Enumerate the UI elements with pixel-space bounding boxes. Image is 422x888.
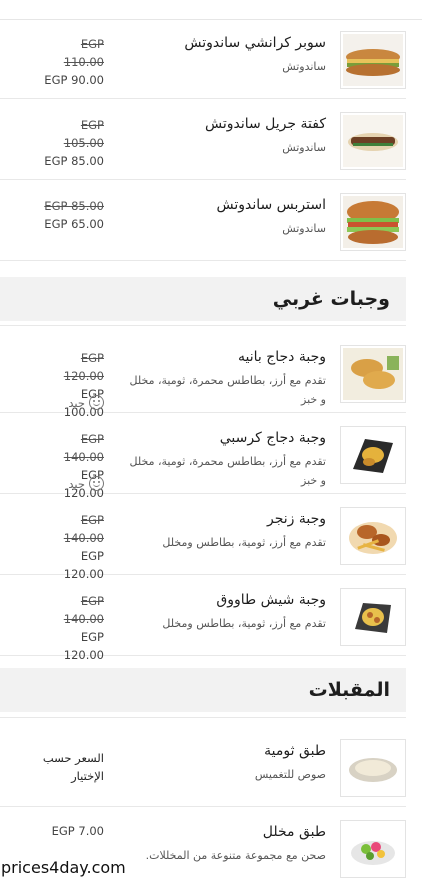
pickles-plate-image: [340, 820, 406, 878]
price-block: EGP 105.00 EGP 85.00: [40, 116, 104, 170]
price-block: EGP 140.00 EGP 120.00: [40, 430, 104, 502]
price-block: EGP 110.00 EGP 90.00: [40, 35, 104, 89]
current-price: EGP 120.00: [63, 630, 104, 662]
smiley-icon: [89, 395, 104, 410]
item-name: وجبة زنجر: [266, 511, 326, 527]
item-name: سوبر كرانشي ساندوتش: [184, 35, 326, 51]
garlic-dip-image: [340, 739, 406, 797]
old-price: EGP 140.00: [63, 513, 104, 545]
variable-price-note: السعر حسب الإختيار: [42, 751, 104, 783]
shish-meal-image: [340, 588, 406, 646]
section-divider: [0, 325, 406, 326]
current-price: EGP 85.00: [44, 154, 104, 168]
section-header-western: وجبات غربي: [0, 277, 406, 321]
price-block: EGP 140.00 EGP 120.00: [40, 511, 104, 583]
price-block: EGP 7.00: [40, 822, 104, 840]
item-description: تقدم مع أرز، بطاطس محمرة، ثومية، مخلل و …: [129, 374, 327, 406]
item-description: صحن مع مجموعة متنوعة من المخللات.: [145, 849, 326, 862]
menu-item[interactable]: وجبة دجاج كرسبي تقدم مع أرز، بطاطس محمرة…: [0, 414, 406, 500]
item-name: طبق ثومية: [264, 743, 326, 759]
panne-meal-image: [340, 345, 406, 403]
price-block: EGP 120.00 EGP 100.00: [40, 349, 104, 421]
sandwich-kofta-image: [340, 112, 406, 170]
menu-item[interactable]: استربس ساندوتش ساندوتش EGP 85.00 EGP 65.…: [0, 181, 406, 261]
item-name: طبق مخلل: [262, 824, 326, 840]
item-description: تقدم مع أرز، ثومية، بطاطس ومخلل: [162, 536, 326, 549]
old-price: EGP 140.00: [63, 594, 104, 626]
old-price: EGP 85.00: [44, 199, 104, 213]
price-block: EGP 140.00 EGP 120.00: [40, 592, 104, 664]
sandwich-sub-image: [340, 31, 406, 89]
old-price: EGP 120.00: [63, 351, 104, 383]
rating-label: جيد: [68, 476, 85, 491]
item-description: صوص للتغميس: [254, 768, 326, 781]
menu-item[interactable]: وجبة زنجر تقدم مع أرز، ثومية، بطاطس ومخل…: [0, 495, 406, 581]
section-header-appetizers: المقبلات: [0, 668, 406, 712]
crispy-meal-image: [340, 426, 406, 484]
menu-item[interactable]: وجبة شيش طاووق تقدم مع أرز، ثومية، بطاطس…: [0, 576, 406, 662]
section-divider: [0, 717, 406, 718]
smiley-icon: [89, 476, 104, 491]
item-name: استربس ساندوتش: [216, 197, 326, 213]
item-name: وجبة شيش طاووق: [216, 592, 326, 608]
menu-item[interactable]: طبق ثومية صوص للتغميس السعر حسب الإختيار: [0, 727, 406, 807]
item-category: ساندوتش: [282, 60, 326, 73]
item-name: وجبة دجاج كرسبي: [219, 430, 326, 446]
old-price: EGP 110.00: [63, 37, 104, 69]
watermark: prices4day.com: [0, 858, 129, 879]
current-price: EGP 90.00: [44, 73, 104, 87]
sandwich-burger-image: [340, 193, 406, 251]
menu-item[interactable]: كفتة جريل ساندوتش ساندوتش EGP 105.00 EGP…: [0, 100, 406, 180]
item-description: تقدم مع أرز، ثومية، بطاطس ومخلل: [162, 617, 326, 630]
item-description: تقدم مع أرز، بطاطس محمرة، ثومية، مخلل و …: [129, 455, 327, 487]
old-price: EGP 105.00: [63, 118, 104, 150]
rating-badge: جيد: [58, 476, 104, 491]
item-category: ساندوتش: [282, 222, 326, 235]
current-price: EGP 65.00: [44, 217, 104, 231]
rating-label: جيد: [68, 395, 85, 410]
price-block: EGP 85.00 EGP 65.00: [40, 197, 104, 233]
rating-badge: جيد: [58, 395, 104, 410]
menu-item[interactable]: وجبة دجاج بانيه تقدم مع أرز، بطاطس محمرة…: [0, 333, 406, 419]
item-name: كفتة جريل ساندوتش: [204, 116, 326, 132]
item-name: وجبة دجاج بانيه: [237, 349, 326, 365]
zinger-meal-image: [340, 507, 406, 565]
old-price: EGP 140.00: [63, 432, 104, 464]
menu-item[interactable]: سوبر كرانشي ساندوتش ساندوتش EGP 110.00 E…: [0, 19, 406, 99]
current-price: EGP 7.00: [51, 824, 104, 838]
item-category: ساندوتش: [282, 141, 326, 154]
